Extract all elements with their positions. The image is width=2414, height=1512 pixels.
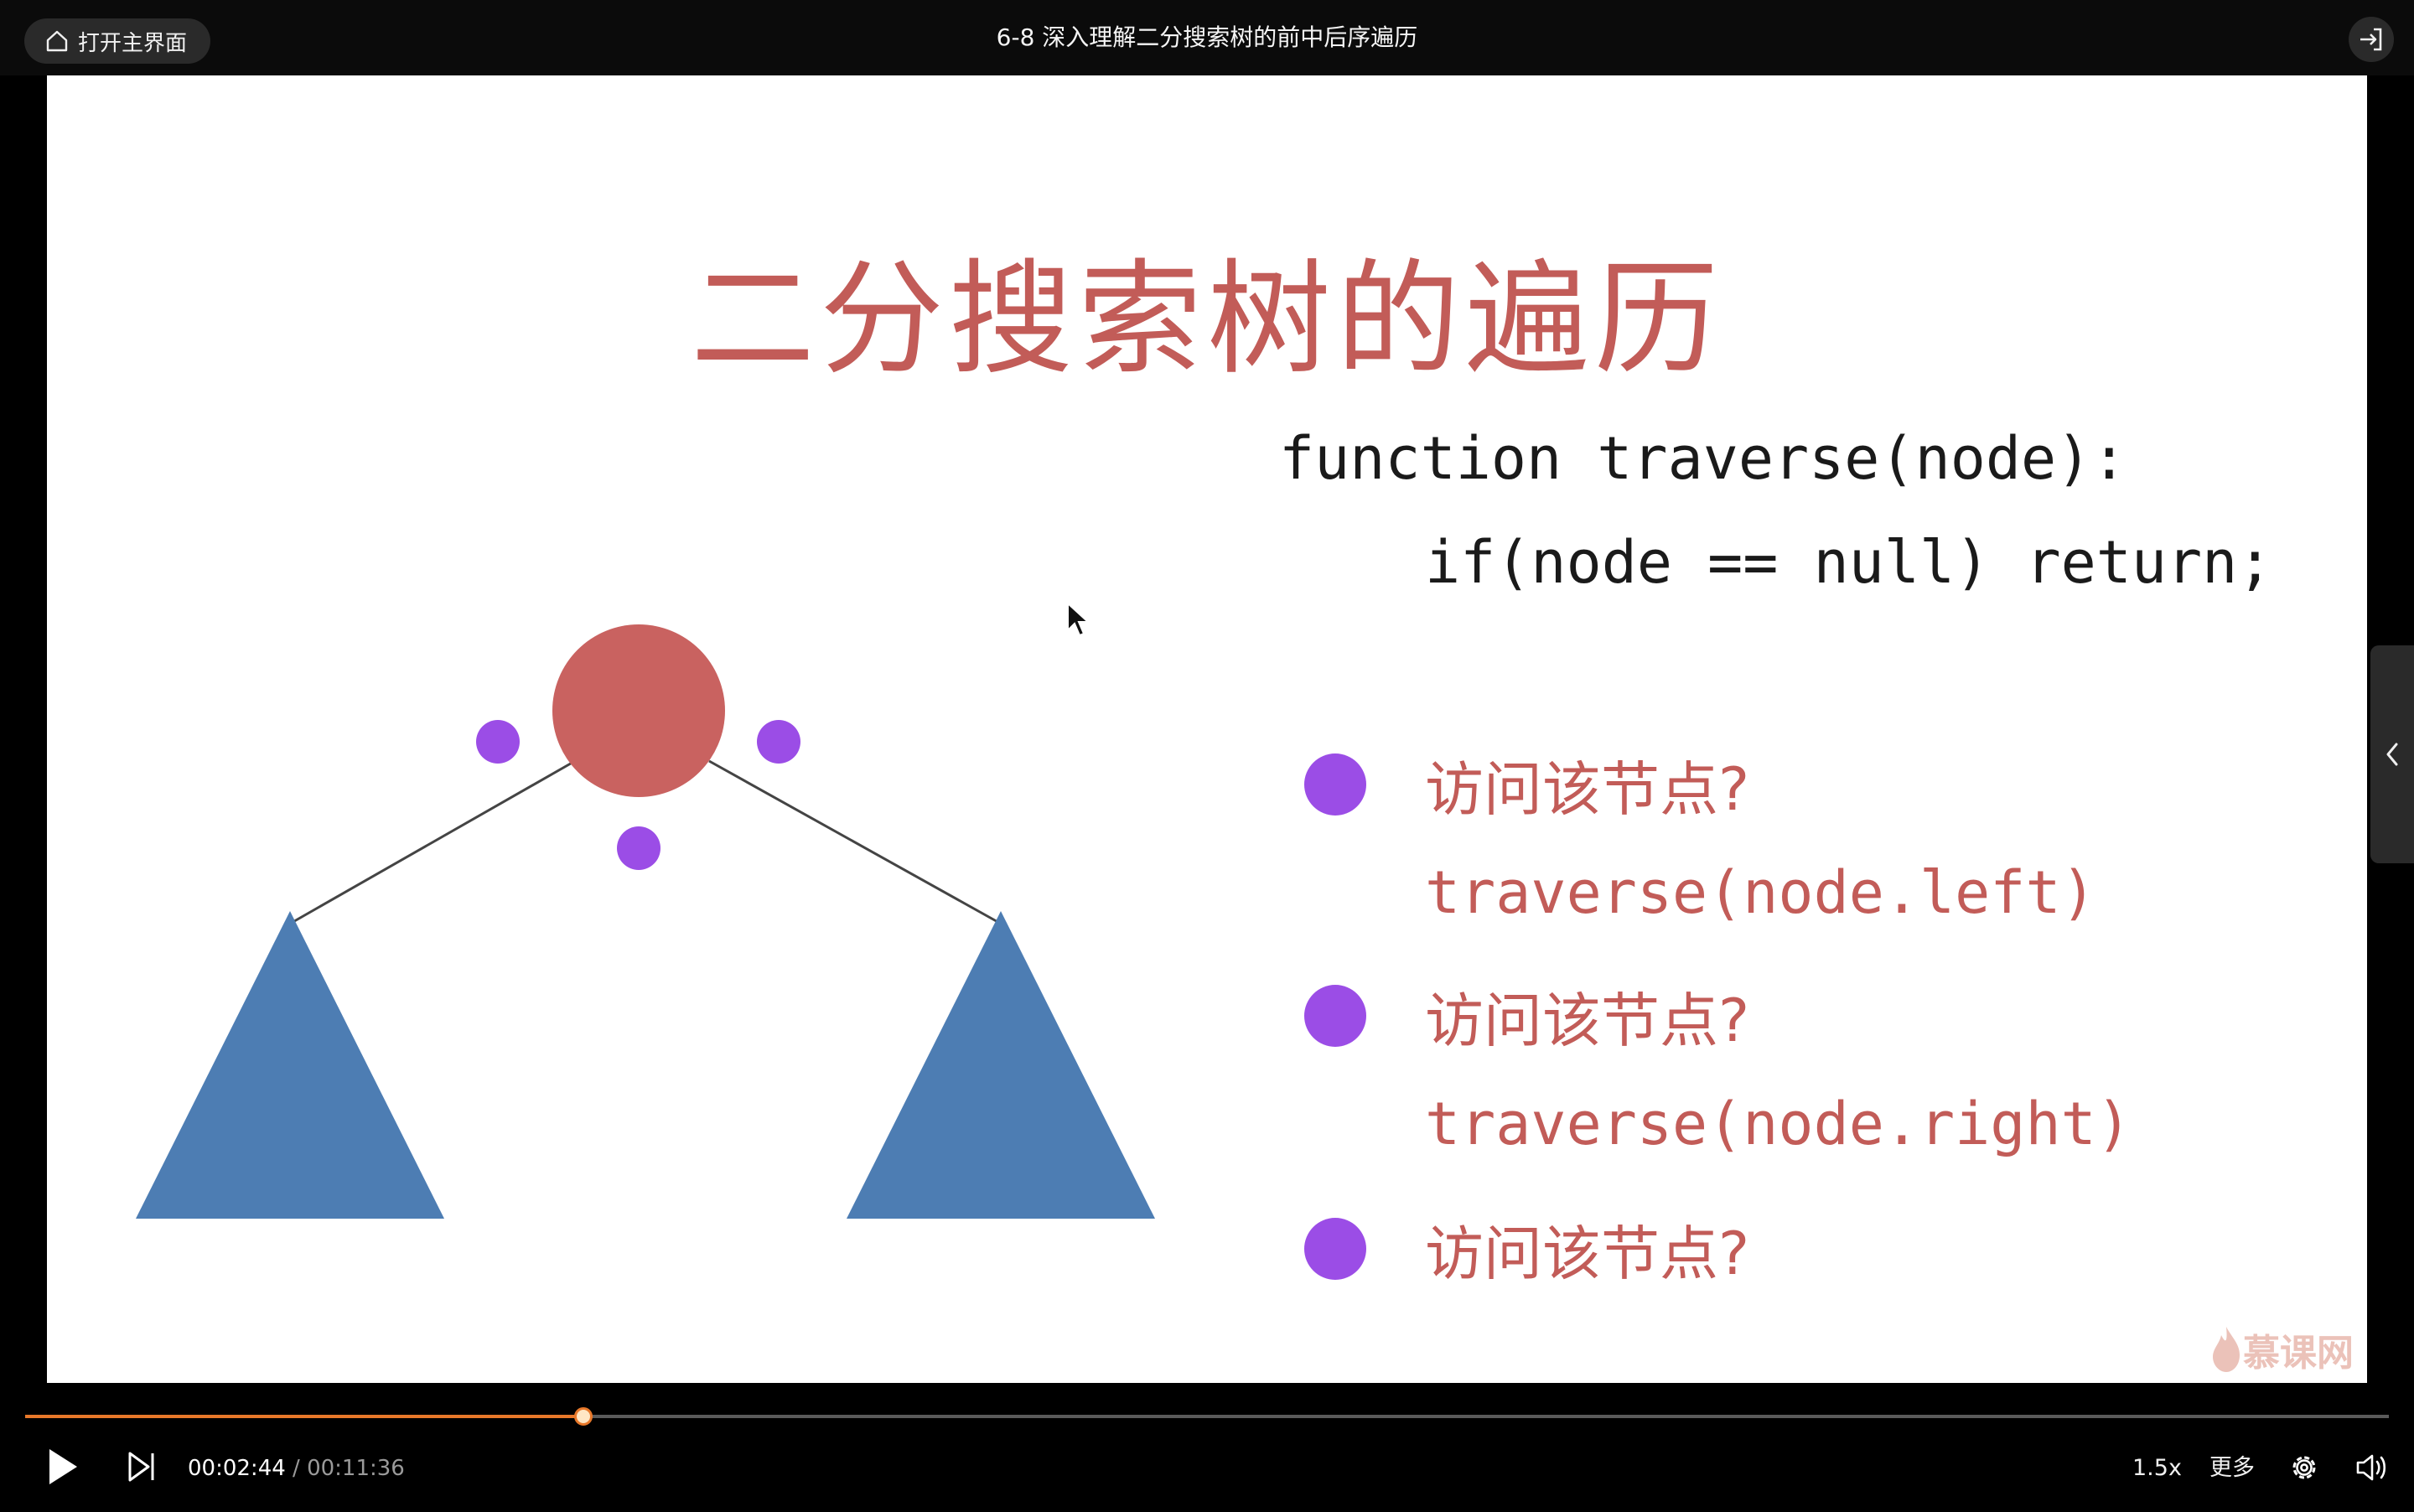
root-node [552,624,725,797]
visit-dot-right [757,720,800,764]
step-visit-in: 访问该节点? [1304,974,1749,1058]
right-edge [708,759,1002,925]
time-display: 00:02:44 / 00:11:36 [188,1425,405,1509]
side-panel-toggle[interactable] [2370,645,2414,863]
step-visit-label: 访问该节点? [1425,1219,1750,1288]
player-controls: 00:02:44 / 00:11:36 1.5x 更多 [0,1425,2414,1509]
mouse-cursor-icon [1067,601,1090,637]
playback-speed-button[interactable]: 1.5x [2132,1425,2182,1509]
flame-icon [2213,1327,2240,1372]
step-visit-label: 访问该节点? [1425,986,1750,1055]
code-function-signature: function traverse(node): [1279,424,2127,493]
skip-next-icon [128,1452,154,1482]
video-title: 6-8 深入理解二分搜索树的前中后序遍历 [996,23,1418,51]
gear-icon [2292,1456,2316,1479]
next-video-button[interactable] [122,1447,161,1487]
progress-bar[interactable] [25,1407,2389,1426]
tree-diagram [136,601,1155,1219]
right-subtree [847,911,1155,1219]
step-traverse-right: traverse(node.right) [1425,1090,2132,1158]
code-null-check: if(node == null) return; [1425,528,2273,597]
volume-button[interactable] [2350,1447,2392,1489]
step-visit-post: 访问该节点? [1304,1207,1749,1291]
watermark-logo: 慕课网 [2209,1323,2354,1376]
step-visit-pre: 访问该节点? [1304,743,1749,826]
exit-fullscreen-button[interactable] [2349,17,2394,62]
visit-dot-left [476,720,520,764]
visit-dot-bottom [617,826,660,870]
play-button[interactable] [42,1443,84,1490]
total-time: 00:11:36 [307,1456,405,1481]
progress-handle[interactable] [574,1407,593,1426]
visit-dot-bullet [1304,985,1366,1047]
step-traverse-left: traverse(node.left) [1425,858,2096,927]
video-frame-slide[interactable]: 二分搜索树的遍历 function traverse(node): if(nod… [47,75,2367,1383]
time-separator: / [285,1456,308,1481]
current-time: 00:02:44 [188,1456,286,1481]
more-button[interactable]: 更多 [2209,1425,2255,1509]
top-bar: 打开主界面 6-8 深入理解二分搜索树的前中后序遍历 [0,0,2414,75]
speaker-icon [2356,1454,2386,1481]
watermark-text: 慕课网 [2243,1332,2354,1375]
step-visit-label: 访问该节点? [1425,754,1750,824]
exit-icon [2360,28,2382,51]
chevron-left-icon [2386,743,2398,766]
visit-dot-bullet [1304,1218,1366,1280]
play-icon [49,1449,77,1484]
settings-button[interactable] [2283,1447,2325,1489]
left-subtree [136,911,444,1219]
left-edge [289,759,576,925]
visit-dot-bullet [1304,753,1366,816]
progress-played [25,1415,584,1418]
